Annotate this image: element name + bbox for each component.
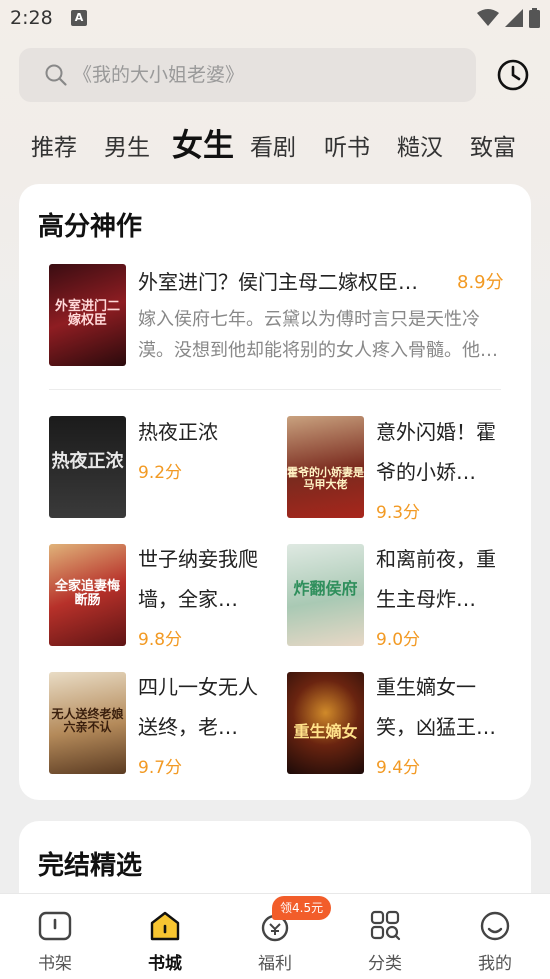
book-score: 9.3分 [376,503,421,523]
nav-label: 书架 [38,954,72,974]
nav-bookshelf[interactable]: 书架 [0,894,110,979]
book-cover[interactable]: 热夜正浓 [49,416,126,518]
book-score: 9.7分 [138,758,183,778]
tab-drama[interactable]: 看剧 [250,128,296,162]
book-title[interactable]: 意外闪婚！霍爷的小娇… [376,412,500,492]
search-icon [45,64,67,86]
section-title: 完结精选 [38,851,143,881]
book-title[interactable]: 和离前夜，重生主母炸… [376,539,500,619]
cover-title-text: 重生嫡女 [293,722,358,741]
tab-rough-man[interactable]: 糙汉 [397,128,443,162]
promo-badge[interactable]: 领4.5元 [272,896,332,920]
cover-title-text: 霍爷的小娇妻是马甲大佬 [287,466,364,492]
tab-male[interactable]: 男生 [104,128,150,162]
bookstore-icon [150,911,180,941]
cover-title-text: 外室进门二嫁权臣 [54,298,120,328]
battery-icon [529,8,540,28]
status-bar: 2:28 A [0,0,550,38]
status-icons [477,8,540,28]
nav-label: 福利 [258,954,292,974]
nav-category[interactable]: 分类 [330,894,440,979]
book-cover[interactable]: 无人送终老娘六亲不认 [49,672,126,774]
high-score-section: 高分神作 外室进门二嫁权臣 外室进门？侯门主母二嫁权臣… 8.9分 嫁入侯府七年… [19,184,531,800]
tab-recommend[interactable]: 推荐 [31,128,77,162]
nav-profile[interactable]: 我的 [440,894,550,979]
cover-title-text: 全家追妻悔断肠 [54,578,120,608]
section-title: 高分神作 [38,212,143,242]
book-score: 9.4分 [376,758,421,778]
status-time: 2:28 [10,7,53,29]
book-score: 9.0分 [376,630,421,650]
notification-icon: A [71,10,87,26]
book-cover[interactable]: 重生嫡女 [287,672,364,774]
book-cover[interactable]: 霍爷的小娇妻是马甲大佬 [287,416,364,518]
signal-icon [505,9,523,27]
book-title[interactable]: 重生嫡女一笑，凶猛王… [376,667,500,747]
nav-label: 分类 [368,954,402,974]
book-cover[interactable]: 炸翻侯府 [287,544,364,646]
book-title[interactable]: 外室进门？侯门主母二嫁权臣… [138,266,438,295]
book-cover[interactable]: 全家追妻悔断肠 [49,544,126,646]
nav-label: 书城 [148,954,182,974]
wifi-icon [477,9,499,26]
book-score: 9.8分 [138,630,183,650]
category-icon [370,910,401,941]
category-tabs: 推荐 男生 女生 看剧 听书 糙汉 致富 [0,118,550,168]
book-score: 8.9分 [457,272,504,293]
cover-title-text: 热夜正浓 [51,450,124,472]
book-score: 9.2分 [138,463,183,483]
book-title[interactable]: 四儿一女无人送终，老… [138,667,262,747]
bookshelf-icon [38,911,72,941]
history-clock-icon[interactable] [495,57,531,93]
divider [49,389,501,390]
nav-bookstore[interactable]: 书城 [110,894,220,979]
book-description: 嫁入侯府七年。云黛以为傅时言只是天性冷漠。没想到他却能将别的女人疼入骨髓。他… [138,309,498,361]
book-title[interactable]: 世子纳妾我爬墙，全家… [138,539,262,619]
nav-label: 我的 [478,954,512,974]
profile-icon [480,911,510,941]
cover-title-text: 炸翻侯府 [293,578,358,598]
tab-female[interactable]: 女生 [172,120,234,165]
tab-wealth[interactable]: 致富 [470,128,516,162]
search-input[interactable] [73,58,453,92]
cover-title-text: 无人送终老娘六亲不认 [51,706,124,734]
book-cover[interactable]: 外室进门二嫁权臣 [49,264,126,366]
search-bar[interactable] [19,48,476,102]
tab-audiobook[interactable]: 听书 [324,128,370,162]
